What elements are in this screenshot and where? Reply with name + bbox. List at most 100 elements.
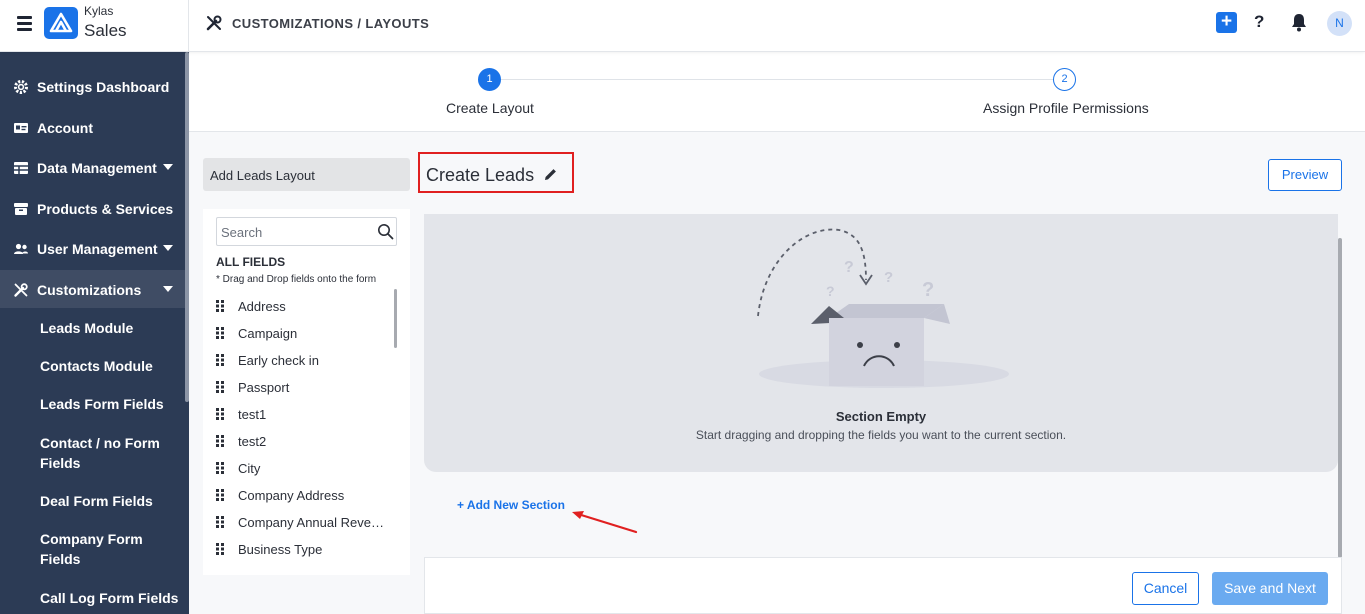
breadcrumb: CUSTOMIZATIONS / LAYOUTS — [232, 16, 430, 31]
users-icon — [13, 241, 29, 257]
field-label: Company Address — [238, 488, 345, 503]
sidebar-subitem-leads-module[interactable]: Leads Module — [40, 318, 180, 338]
sidebar-subitem-call-log-form-fields[interactable]: Call Log Form Fields — [40, 588, 180, 608]
drag-handle-icon[interactable] — [216, 489, 225, 501]
field-label: Passport — [238, 380, 290, 395]
field-list-item[interactable]: Business Type — [216, 540, 391, 562]
top-header: Kylas Sales CUSTOMIZATIONS / LAYOUTS + ?… — [0, 0, 1365, 52]
field-list-item[interactable]: Company Address — [216, 486, 391, 508]
layout-name-field[interactable]: Add Leads Layout — [203, 158, 410, 191]
sidebar-item-products-services[interactable]: Products & Services — [0, 189, 185, 227]
annotation-arrow-icon — [570, 506, 640, 536]
form-scrollbar[interactable] — [1338, 238, 1342, 558]
empty-box-illustration: ? ? ? ? — [754, 220, 1014, 400]
svg-text:?: ? — [826, 283, 835, 299]
sidebar: Settings Dashboard Account Data Manageme… — [0, 52, 189, 614]
field-list-item[interactable]: test2 — [216, 432, 391, 454]
id-card-icon — [13, 120, 29, 136]
step-2-label: Assign Profile Permissions — [983, 100, 1149, 116]
caret-down-icon — [163, 286, 173, 292]
product-name: Sales — [84, 21, 127, 40]
stepper-connector — [501, 79, 1053, 80]
drag-hint: * Drag and Drop fields onto the form — [216, 274, 377, 285]
help-icon[interactable]: ? — [1254, 12, 1264, 32]
tools-icon — [205, 14, 223, 32]
sidebar-item-label: Settings Dashboard — [37, 79, 170, 95]
progress-stepper: 1 Create Layout 2 Assign Profile Permiss… — [189, 52, 1365, 132]
search-input[interactable] — [221, 223, 371, 241]
section-empty-subtitle: Start dragging and dropping the fields y… — [695, 428, 1067, 442]
fields-scrollbar[interactable] — [394, 289, 397, 348]
field-label: test2 — [238, 434, 267, 449]
field-list-item[interactable]: City — [216, 459, 391, 481]
field-list-item[interactable]: test1 — [216, 405, 391, 427]
drag-handle-icon[interactable] — [216, 327, 225, 339]
sidebar-item-label: Account — [37, 120, 93, 136]
drag-handle-icon[interactable] — [216, 435, 225, 447]
drag-handle-icon[interactable] — [216, 300, 225, 312]
hamburger-menu-icon[interactable] — [17, 16, 32, 31]
sidebar-subitem-company-form-fields[interactable]: Company Form Fields — [40, 529, 150, 569]
brand-area: Kylas Sales — [0, 0, 189, 52]
caret-down-icon — [163, 245, 173, 251]
search-icon[interactable] — [377, 223, 394, 240]
fields-panel: ALL FIELDS * Drag and Drop fields onto t… — [203, 209, 410, 575]
field-list-item[interactable]: Passport — [216, 378, 391, 400]
sidebar-item-label: Data Management — [37, 160, 157, 176]
drag-handle-icon[interactable] — [216, 462, 225, 474]
empty-section-card: ? ? ? ? Section Empty Start dragging and… — [424, 214, 1338, 472]
table-icon — [13, 160, 29, 176]
svg-text:?: ? — [884, 269, 893, 286]
step-2-indicator[interactable]: 2 — [1053, 68, 1076, 91]
tools-icon — [13, 282, 29, 298]
field-label: Business Type — [238, 542, 323, 557]
bell-icon[interactable] — [1290, 12, 1308, 32]
user-avatar[interactable]: N — [1327, 11, 1352, 36]
box-icon — [13, 201, 29, 217]
field-label: Address — [238, 299, 286, 314]
form-title[interactable]: Create Leads — [426, 165, 534, 186]
drag-handle-icon[interactable] — [216, 408, 225, 420]
svg-text:?: ? — [844, 259, 854, 276]
kylas-logo-icon[interactable] — [44, 7, 78, 39]
caret-down-icon — [163, 164, 173, 170]
field-label: City — [238, 461, 261, 476]
sidebar-item-label: User Management — [37, 241, 158, 257]
drag-handle-icon[interactable] — [216, 381, 225, 393]
sidebar-subitem-deal-form-fields[interactable]: Deal Form Fields — [40, 491, 180, 511]
sidebar-item-settings-dashboard[interactable]: Settings Dashboard — [0, 67, 185, 105]
sidebar-item-label: Products & Services — [37, 201, 174, 217]
drag-handle-icon[interactable] — [216, 354, 225, 366]
section-empty-title: Section Empty — [835, 409, 927, 424]
form-footer: Cancel Save and Next — [424, 557, 1342, 614]
sidebar-subitem-contacts-module[interactable]: Contacts Module — [40, 356, 180, 376]
step-1-indicator[interactable]: 1 — [478, 68, 501, 91]
form-title-highlight: Create Leads — [418, 152, 574, 193]
sidebar-subitem-contact-form-fields[interactable]: Contact / no Form Fields — [40, 433, 165, 473]
sidebar-item-customizations[interactable]: Customizations — [0, 270, 185, 308]
all-fields-heading: ALL FIELDS — [216, 255, 286, 269]
field-label: Campaign — [238, 326, 298, 341]
drag-handle-icon[interactable] — [216, 516, 225, 528]
field-label: test1 — [238, 407, 267, 422]
save-and-next-button[interactable]: Save and Next — [1212, 572, 1328, 605]
pencil-icon[interactable] — [543, 167, 558, 182]
sidebar-item-account[interactable]: Account — [0, 108, 185, 146]
add-new-section-link[interactable]: + Add New Section — [457, 498, 565, 512]
add-icon[interactable]: + — [1216, 12, 1237, 33]
field-label: Company Annual Revenue — [238, 515, 391, 530]
step-1-label: Create Layout — [446, 100, 534, 116]
field-list-item[interactable]: Company Annual Revenue — [216, 513, 391, 535]
field-list-item[interactable]: Address — [216, 297, 391, 319]
drag-handle-icon[interactable] — [216, 543, 225, 555]
field-list-item[interactable]: Campaign — [216, 324, 391, 346]
sidebar-subitem-leads-form-fields[interactable]: Leads Form Fields — [40, 394, 180, 414]
field-label: Early check in — [238, 353, 319, 368]
field-search — [216, 217, 397, 246]
preview-button[interactable]: Preview — [1268, 159, 1342, 191]
cancel-button[interactable]: Cancel — [1132, 572, 1199, 605]
sidebar-item-label: Customizations — [37, 282, 142, 298]
field-list-item[interactable]: Early check in — [216, 351, 391, 373]
sidebar-item-user-management[interactable]: User Management — [0, 229, 185, 267]
sidebar-item-data-management[interactable]: Data Management — [0, 148, 185, 186]
